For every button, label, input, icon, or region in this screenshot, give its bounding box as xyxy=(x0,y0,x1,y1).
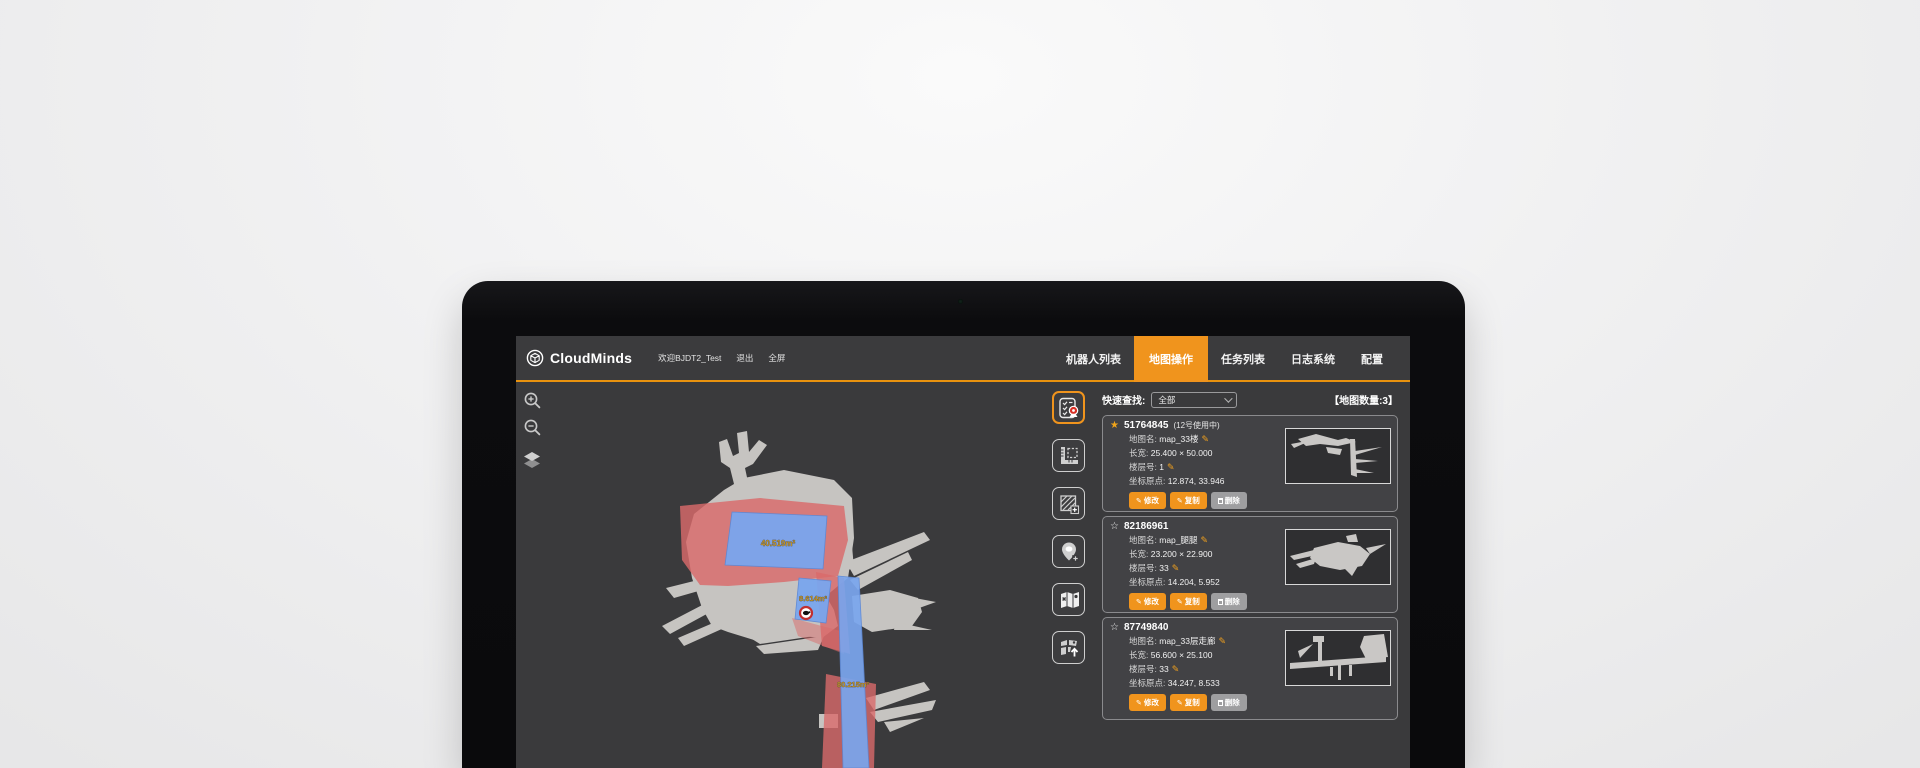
content-area: 40.519m² 8.614m² 80.215m² xyxy=(516,382,1410,768)
map-id: 82186961 xyxy=(1124,521,1169,532)
robot-marker-icon[interactable] xyxy=(800,607,812,619)
filter-value: 全部 xyxy=(1158,394,1175,406)
trash-icon xyxy=(1218,700,1223,706)
map-card-list: ★51764845(12号使用中)地图名: map_33楼✎长宽: 25.400… xyxy=(1102,415,1398,720)
webcam-dot xyxy=(958,299,963,304)
page-background: CloudMinds 欢迎BJDT2_Test 退出 全屏 机器人列表地图操作任… xyxy=(0,0,1920,768)
welcome-text: 欢迎BJDT2_Test xyxy=(658,352,721,364)
edit-button[interactable]: ✎修改 xyxy=(1129,694,1166,711)
map-thumbnail[interactable] xyxy=(1285,428,1391,484)
nav-menu: 机器人列表地图操作任务列表日志系统配置 xyxy=(1053,336,1410,382)
pencil-icon[interactable]: ✎ xyxy=(1201,434,1209,444)
logout-link[interactable]: 退出 xyxy=(736,352,753,364)
brand: CloudMinds xyxy=(516,349,632,367)
app-screen: CloudMinds 欢迎BJDT2_Test 退出 全屏 机器人列表地图操作任… xyxy=(516,336,1410,768)
laptop-frame: CloudMinds 欢迎BJDT2_Test 退出 全屏 机器人列表地图操作任… xyxy=(462,281,1465,768)
map-filter-select[interactable]: 全部 xyxy=(1151,392,1237,408)
nav-tab-map[interactable]: 地图操作 xyxy=(1134,336,1208,382)
pencil-icon: ✎ xyxy=(1177,497,1183,505)
map-delete-icon[interactable] xyxy=(1052,583,1085,616)
pencil-icon: ✎ xyxy=(1136,497,1142,505)
pencil-icon[interactable]: ✎ xyxy=(1218,636,1226,646)
area-label-2: 8.614m² xyxy=(799,594,827,603)
map-card[interactable]: ☆87749840地图名: map_33层走廊✎长宽: 56.600 × 25.… xyxy=(1102,617,1398,720)
in-use-badge: (12号使用中) xyxy=(1173,420,1219,431)
add-location-pin-icon[interactable] xyxy=(1052,535,1085,568)
map-canvas[interactable]: 40.519m² 8.614m² 80.215m² xyxy=(516,382,1052,768)
nav-tab-logs[interactable]: 日志系统 xyxy=(1278,336,1348,382)
star-outline-icon[interactable]: ☆ xyxy=(1110,522,1119,532)
brand-name: CloudMinds xyxy=(550,350,632,366)
pencil-icon[interactable]: ✎ xyxy=(1167,462,1175,472)
map-upload-icon[interactable] xyxy=(1052,631,1085,664)
map-list-panel: 快速查找: 全部 【地图数量:3】 ★51764845(12号使用中)地图名: … xyxy=(1102,382,1398,768)
map-card[interactable]: ☆82186961地图名: map_腿腿✎长宽: 23.200 × 22.900… xyxy=(1102,516,1398,613)
delete-button[interactable]: 删除 xyxy=(1211,694,1247,711)
map-toolbar xyxy=(1052,391,1085,664)
navbar: CloudMinds 欢迎BJDT2_Test 退出 全屏 机器人列表地图操作任… xyxy=(516,336,1410,380)
survey-checklist-pin-icon[interactable] xyxy=(1052,391,1085,424)
trash-icon xyxy=(1218,599,1223,605)
pencil-icon[interactable]: ✎ xyxy=(1201,535,1209,545)
pencil-icon[interactable]: ✎ xyxy=(1172,664,1180,674)
cloudminds-logo-icon xyxy=(526,349,544,367)
pencil-icon: ✎ xyxy=(1177,598,1183,606)
map-count: 【地图数量:3】 xyxy=(1329,392,1398,407)
map-id: 87749840 xyxy=(1124,622,1169,633)
edit-button[interactable]: ✎修改 xyxy=(1129,492,1166,509)
copy-button[interactable]: ✎复制 xyxy=(1170,694,1207,711)
map-id: 51764845 xyxy=(1124,420,1169,431)
pencil-icon[interactable]: ✎ xyxy=(1172,563,1180,573)
copy-button[interactable]: ✎复制 xyxy=(1170,593,1207,610)
delete-button[interactable]: 删除 xyxy=(1211,593,1247,610)
map-thumbnail[interactable] xyxy=(1285,630,1391,686)
panel-header: 快速查找: 全部 【地图数量:3】 xyxy=(1102,391,1398,408)
add-zone-hatched-icon[interactable] xyxy=(1052,487,1085,520)
nav-tab-robots[interactable]: 机器人列表 xyxy=(1053,336,1134,382)
pencil-icon: ✎ xyxy=(1177,699,1183,707)
chevron-down-icon xyxy=(1225,394,1233,402)
map-thumbnail[interactable] xyxy=(1285,529,1391,585)
area-label-1: 40.519m² xyxy=(761,539,796,548)
pencil-icon: ✎ xyxy=(1136,598,1142,606)
measure-frame-icon[interactable] xyxy=(1052,439,1085,472)
star-outline-icon[interactable]: ☆ xyxy=(1110,623,1119,633)
nav-tab-tasks[interactable]: 任务列表 xyxy=(1208,336,1278,382)
map-card[interactable]: ★51764845(12号使用中)地图名: map_33楼✎长宽: 25.400… xyxy=(1102,415,1398,512)
copy-button[interactable]: ✎复制 xyxy=(1170,492,1207,509)
fullscreen-link[interactable]: 全屏 xyxy=(768,352,785,364)
delete-button[interactable]: 删除 xyxy=(1211,492,1247,509)
edit-button[interactable]: ✎修改 xyxy=(1129,593,1166,610)
session-info: 欢迎BJDT2_Test 退出 全屏 xyxy=(658,352,785,364)
trash-icon xyxy=(1218,498,1223,504)
star-filled-icon[interactable]: ★ xyxy=(1110,421,1119,431)
quick-find-label: 快速查找: xyxy=(1102,392,1145,407)
nav-tab-config[interactable]: 配置 xyxy=(1348,336,1396,382)
area-label-3: 80.215m² xyxy=(837,680,870,689)
pencil-icon: ✎ xyxy=(1136,699,1142,707)
